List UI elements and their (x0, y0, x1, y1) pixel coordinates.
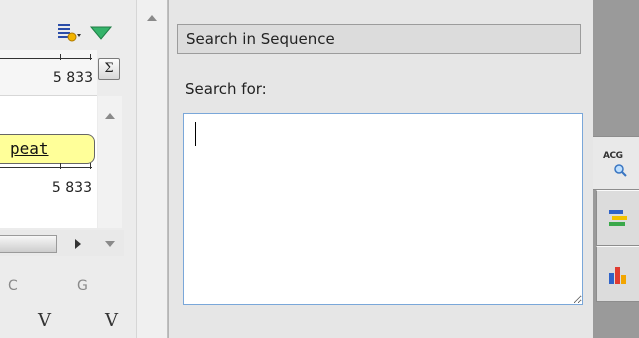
nucleotide-label: G (77, 278, 88, 294)
sum-button[interactable]: Σ (98, 58, 120, 80)
tab-sequence-search-label: ACG (603, 151, 623, 161)
scroll-right-arrow-icon[interactable] (74, 238, 82, 250)
tab-statistics[interactable] (596, 246, 639, 302)
sequence-view-pane: 5 833 Σ peat 5 833 C G V V (0, 0, 168, 338)
scroll-down-arrow-icon[interactable] (104, 240, 116, 248)
feature-label: peat (10, 139, 49, 158)
ruler-bottom-value: 5 833 (51, 180, 92, 196)
position-ruler-top: 5 833 (0, 50, 97, 96)
search-for-label: Search for: (185, 80, 267, 98)
bar-chart-icon (609, 267, 626, 284)
sequence-horizontal-scrollbar[interactable] (0, 230, 124, 256)
variant-mark: V (105, 310, 118, 331)
tab-annotations[interactable] (596, 190, 639, 246)
repeat-feature-annotation[interactable]: peat (0, 134, 95, 164)
search-panel-header: Search in Sequence (177, 24, 581, 54)
ruler-top-value: 5 833 (52, 70, 93, 86)
sequence-vertical-scrollbar[interactable] (98, 96, 122, 228)
annotation-settings-icon[interactable] (56, 22, 82, 44)
search-input[interactable] (183, 113, 583, 305)
scroll-up-arrow-icon[interactable] (146, 14, 158, 22)
annotation-bars-icon (609, 210, 627, 226)
tab-sequence-search[interactable]: ACG (593, 136, 639, 190)
scroll-up-arrow-icon[interactable] (104, 112, 116, 120)
magnifier-icon (614, 164, 627, 177)
search-panel: Search in Sequence Search for: (168, 0, 594, 338)
right-toolbar: ACG (593, 0, 639, 338)
pane-vertical-scrollbar[interactable] (136, 0, 168, 338)
search-panel-title: Search in Sequence (186, 30, 335, 48)
variant-mark: V (38, 310, 51, 331)
text-caret (195, 122, 196, 146)
collapse-triangle-icon[interactable] (88, 22, 114, 44)
horizontal-scroll-thumb[interactable] (0, 235, 57, 253)
nucleotide-label: C (8, 278, 18, 294)
